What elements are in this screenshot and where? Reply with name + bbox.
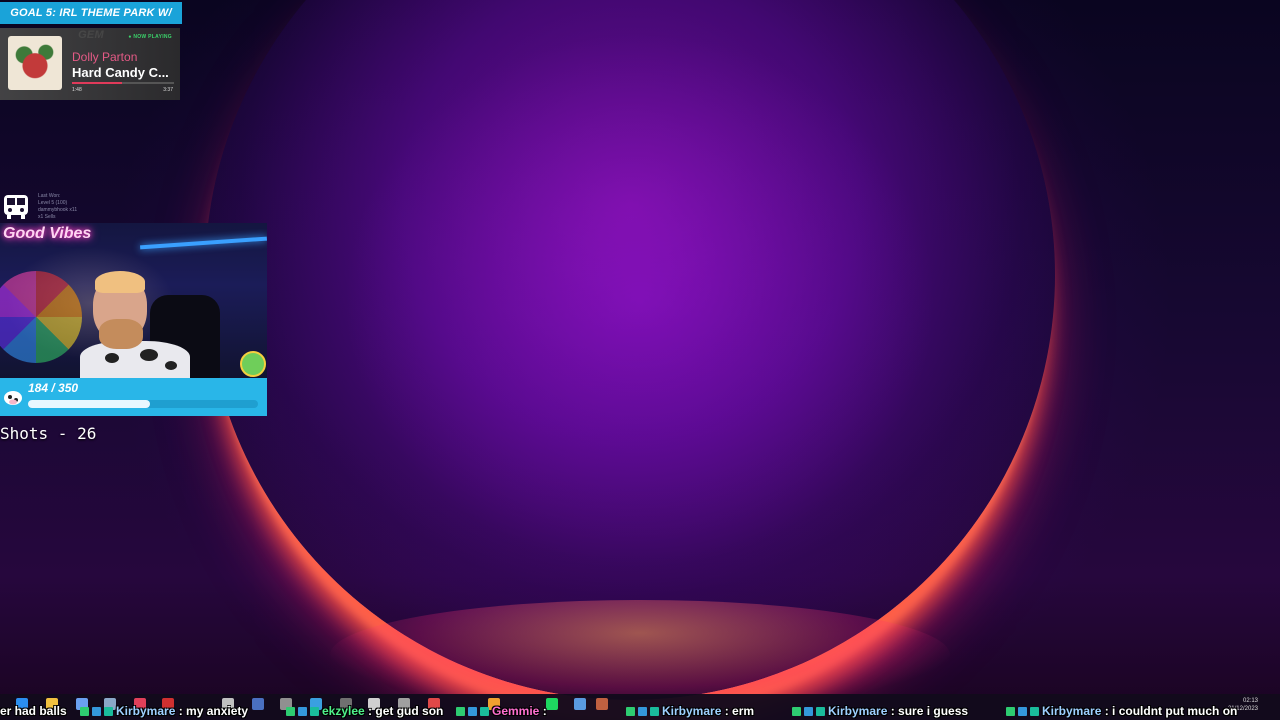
chat-badge-icon: [80, 707, 89, 716]
shirt-spot: [105, 353, 119, 363]
chat-text: : get gud son: [364, 704, 444, 718]
shirt-spot: [140, 349, 158, 361]
chat-badge-icon: [468, 707, 477, 716]
now-playing-badge: ● NOW PLAYING: [128, 34, 172, 40]
bus-icon: [4, 195, 28, 219]
last-item-line: dammybhook x11: [38, 207, 78, 213]
album-art: [8, 36, 62, 90]
chat-badge-icon: [626, 707, 635, 716]
chat-username: Kirbymare: [662, 704, 722, 718]
track-progress-fill: [72, 82, 122, 84]
chat-text: : erm: [721, 704, 755, 718]
chat-badge-icon: [1006, 707, 1015, 716]
chat-badge-icon: [816, 707, 825, 716]
follower-count: 184 / 350: [28, 381, 79, 395]
chat-badge-icon: [298, 707, 307, 716]
artist-name: Dolly Parton: [72, 50, 138, 64]
chat-message: Kirbymare : erm: [626, 702, 754, 720]
chat-message: Kirbymare : i couldnt put much on: [1006, 702, 1237, 720]
chat-badge-icon: [1018, 707, 1027, 716]
chat-username: Kirbymare: [116, 704, 176, 718]
elapsed-time: 1:48: [72, 87, 82, 93]
chat-badge-icon: [638, 707, 647, 716]
last-item-line: x1 Sells: [38, 214, 56, 220]
frog-mascot: [240, 351, 266, 377]
now-playing-widget: ● NOW PLAYING Dolly Parton Hard Candy C.…: [0, 28, 180, 100]
chat-badge-icon: [104, 707, 113, 716]
track-progress: [72, 82, 174, 84]
chat-text: er had balls: [0, 704, 67, 718]
streamer-hair: [95, 271, 145, 293]
chat-message: ekzylee : get gud son: [286, 702, 443, 720]
chat-text: : my anxiety: [175, 704, 249, 718]
chat-badge-icon: [92, 707, 101, 716]
shirt-spot: [165, 361, 177, 370]
chat-username: Kirbymare: [1042, 704, 1102, 718]
follower-progress: [28, 400, 258, 408]
wallpaper-sphere: [205, 0, 1055, 700]
chat-badge-icon: [650, 707, 659, 716]
prize-wheel: [0, 271, 82, 363]
neon-sign: Good Vibes: [3, 225, 92, 242]
streamer-beard: [99, 319, 143, 349]
duration-time: 3:37: [163, 87, 173, 93]
chat-badge-icon: [480, 707, 489, 716]
webcam-feed: Good Vibes: [0, 223, 267, 378]
cow-icon: [4, 391, 22, 405]
chat-message: Gemmie :: [456, 702, 547, 720]
led-strip: [140, 236, 267, 250]
chat-username: Kirbymare: [828, 704, 888, 718]
chat-badge-icon: [310, 707, 319, 716]
follower-goal-bar: 184 / 350: [0, 378, 267, 416]
follower-progress-fill: [28, 400, 150, 408]
last-item-widget: Last Won: Level 5 (100) dammybhook x11 x…: [0, 192, 100, 222]
chat-text: : i couldnt put much on: [1101, 704, 1238, 718]
chat-badge-icon: [286, 707, 295, 716]
chat-message: er had balls: [0, 702, 67, 720]
chat-text: : sure i guess: [887, 704, 969, 718]
chat-ticker: er had balls Kirbymare : my anxiety ekzyle…: [0, 702, 1280, 720]
chat-badge-icon: [456, 707, 465, 716]
goal-banner: GOAL 5: IRL THEME PARK W/ GEM: [0, 2, 182, 41]
chat-badge-icon: [804, 707, 813, 716]
chat-message: Kirbymare : sure i guess: [792, 702, 968, 720]
chat-badge-icon: [792, 707, 801, 716]
track-title: Hard Candy C...: [72, 65, 169, 80]
shots-counter: Shots - 26: [0, 424, 97, 443]
last-item-line: Level 5 (100): [38, 200, 68, 206]
chat-badge-icon: [1030, 707, 1039, 716]
chat-username: ekzylee: [322, 704, 365, 718]
chat-text: :: [539, 704, 547, 718]
chat-message: Kirbymare : my anxiety: [80, 702, 248, 720]
chat-username: Gemmie: [492, 704, 540, 718]
last-item-line: Last Won:: [38, 193, 61, 199]
